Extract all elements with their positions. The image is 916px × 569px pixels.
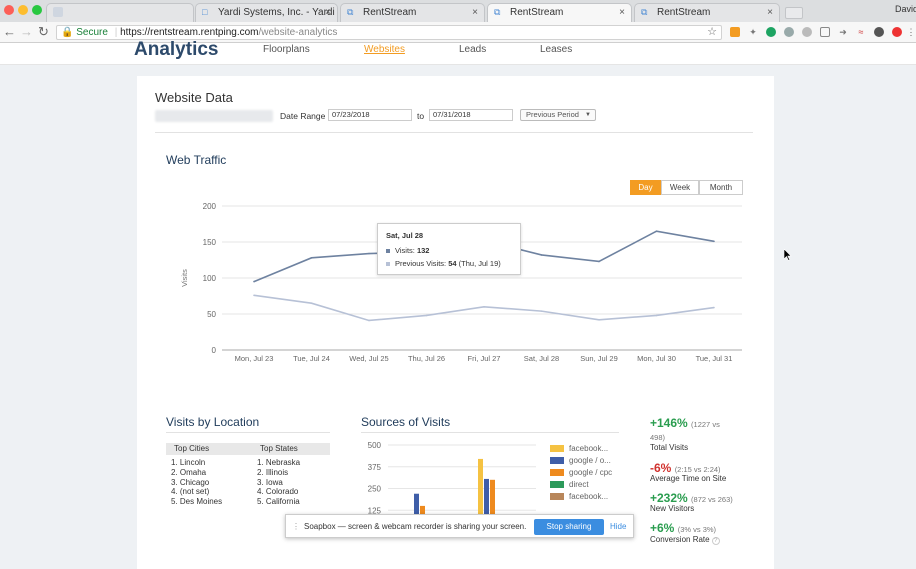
screen-share-banner: ⋮ Soapbox — screen & webcam recorder is … [285, 514, 634, 538]
legend-item: direct [550, 480, 589, 489]
stat-total-visits-detail: 498) [650, 433, 666, 442]
legend-label: google / cpc [569, 468, 613, 477]
stat-avg-time-value: -6% (2:15 vs 2:24) [650, 461, 721, 475]
stat-value: +6% [650, 521, 675, 535]
legend-label: facebook... [569, 444, 609, 453]
legend-swatch [550, 481, 564, 489]
stat-value: +146% [650, 416, 688, 430]
y-tick-label: 250 [368, 485, 382, 494]
sources-chart: 125250375500 [368, 441, 536, 532]
y-tick-label: 375 [368, 463, 382, 472]
legend-item: facebook... [550, 444, 608, 453]
legend-swatch [550, 445, 564, 453]
y-tick-label: 500 [368, 441, 382, 450]
stop-sharing-button[interactable]: Stop sharing [534, 519, 604, 535]
stat-detail: (872 vs 263) [691, 495, 733, 504]
stat-detail: (1227 vs [691, 420, 720, 429]
stat-detail: (2:15 vs 2:24) [674, 465, 721, 474]
legend-item: facebook... [550, 492, 608, 501]
legend-item: google / o... [550, 456, 611, 465]
legend-item: google / cpc [550, 468, 612, 477]
stat-avg-time-label: Average Time on Site [650, 474, 727, 483]
stat-detail: (3% vs 3%) [677, 525, 717, 534]
stat-new-visitors-label: New Visitors [650, 504, 695, 513]
legend-swatch [550, 469, 564, 477]
stat-conversion-value: +6% (3% vs 3%) [650, 521, 716, 535]
legend-label: google / o... [569, 456, 611, 465]
legend-label: direct [569, 480, 589, 489]
stat-value: +232% [650, 491, 688, 505]
hide-button[interactable]: Hide [610, 522, 626, 531]
legend-swatch [550, 457, 564, 465]
mouse-cursor-icon [784, 249, 792, 261]
stat-conversion-label: Conversion Rate ? [650, 535, 720, 545]
stat-label-text: Conversion Rate [650, 535, 710, 544]
stat-total-visits-value: +146% (1227 vs [650, 416, 720, 430]
legend-label: facebook... [569, 492, 609, 501]
share-message: Soapbox — screen & webcam recorder is sh… [304, 522, 527, 531]
drag-handle-icon[interactable]: ⋮ [292, 522, 300, 531]
stat-total-visits-label: Total Visits [650, 443, 689, 452]
stat-value: -6% [650, 461, 672, 475]
stat-new-visitors-value: +232% (872 vs 263) [650, 491, 733, 505]
help-icon[interactable]: ? [711, 537, 720, 545]
legend-swatch [550, 493, 564, 501]
